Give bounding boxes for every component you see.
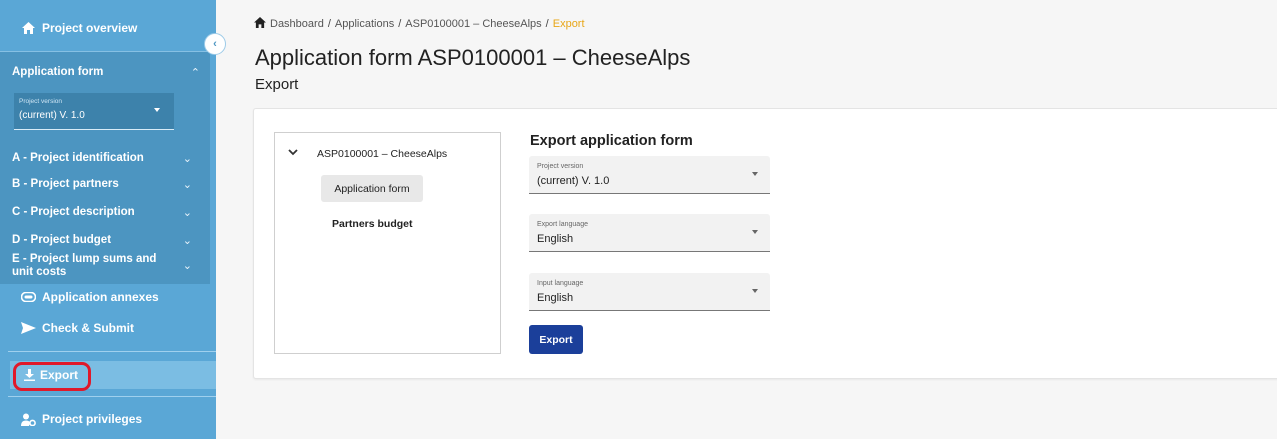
dropdown-arrow-icon bbox=[154, 108, 160, 112]
breadcrumb-separator: / bbox=[545, 18, 549, 30]
export-tree: ASP0100001 – CheeseAlps Application form… bbox=[274, 132, 501, 354]
collapse-sidebar-button[interactable]: ‹ bbox=[204, 33, 226, 55]
sidebar-divider bbox=[8, 396, 216, 397]
sidebar-item-project-privileges[interactable]: Project privileges bbox=[19, 412, 142, 426]
sidebar-item-project-budget[interactable]: D - Project budget ⌄ bbox=[0, 234, 210, 252]
breadcrumb: Dashboard / Applications / ASP0100001 – … bbox=[254, 17, 585, 31]
tree-item-partners-budget[interactable]: Partners budget bbox=[332, 218, 413, 230]
breadcrumb-applications[interactable]: Applications bbox=[335, 18, 394, 30]
sidebar-item-check-submit[interactable]: Check & Submit bbox=[19, 321, 134, 335]
field-label: Input language bbox=[537, 280, 584, 287]
sidebar-item-label: Project overview bbox=[42, 21, 138, 35]
project-version-label: Project version bbox=[19, 98, 62, 105]
sidebar-divider bbox=[8, 351, 216, 352]
project-version-value: (current) V. 1.0 bbox=[19, 110, 85, 121]
field-label: Export language bbox=[537, 221, 588, 228]
sidebar-item-application-annexes[interactable]: Application annexes bbox=[19, 290, 159, 304]
tree-item-application-form[interactable]: Application form bbox=[321, 175, 423, 202]
export-language-field[interactable]: Export language English bbox=[529, 214, 770, 252]
sidebar-item-label: Project privileges bbox=[42, 412, 143, 426]
home-icon bbox=[19, 22, 37, 34]
sidebar-item-project-identification[interactable]: A - Project identification ⌄ bbox=[0, 152, 210, 170]
field-label: Project version bbox=[537, 163, 584, 170]
users-gear-icon bbox=[19, 413, 37, 426]
highlight-ring bbox=[13, 362, 91, 391]
sidebar-item-label: D - Project budget bbox=[12, 234, 112, 246]
sidebar-item-project-overview[interactable]: Project overview bbox=[0, 0, 216, 52]
sidebar-item-project-partners[interactable]: B - Project partners ⌄ bbox=[0, 178, 210, 196]
sidebar-item-project-overview-row: Project overview bbox=[19, 21, 137, 35]
sidebar-item-lump-sums[interactable]: E - Project lump sums and unit costs ⌄ bbox=[0, 253, 210, 283]
field-value: English bbox=[537, 233, 574, 245]
sidebar-item-label: E - Project lump sums and unit costs bbox=[12, 253, 157, 278]
page-title: Application form ASP0100001 – CheeseAlps bbox=[255, 45, 691, 70]
sidebar-item-application-form[interactable]: Application form ⌃ bbox=[0, 52, 210, 88]
attachment-icon bbox=[19, 292, 37, 302]
breadcrumb-separator: / bbox=[398, 18, 402, 30]
sidebar-item-label: Check & Submit bbox=[42, 321, 135, 335]
project-version-field[interactable]: Project version (current) V. 1.0 bbox=[529, 156, 770, 194]
breadcrumb-separator: / bbox=[327, 18, 331, 30]
sidebar-item-label: C - Project description bbox=[12, 206, 135, 218]
tree-root-label[interactable]: ASP0100001 – CheeseAlps bbox=[317, 148, 447, 160]
chevron-left-icon: ‹ bbox=[213, 38, 217, 50]
field-value: (current) V. 1.0 bbox=[537, 175, 610, 187]
chevron-down-icon: ⌄ bbox=[182, 179, 192, 191]
breadcrumb-application[interactable]: ASP0100001 – CheeseAlps bbox=[405, 18, 541, 30]
main-content: Dashboard / Applications / ASP0100001 – … bbox=[236, 0, 1277, 439]
breadcrumb-current: Export bbox=[552, 18, 585, 30]
sidebar-item-project-description[interactable]: C - Project description ⌄ bbox=[0, 206, 210, 224]
send-icon bbox=[19, 322, 37, 334]
home-icon[interactable] bbox=[254, 17, 266, 31]
sidebar-item-label: B - Project partners bbox=[12, 178, 119, 190]
project-version-select[interactable]: Project version (current) V. 1.0 bbox=[14, 93, 174, 130]
page-subtitle: Export bbox=[255, 76, 299, 93]
sidebar-item-label: Application annexes bbox=[42, 290, 159, 304]
chevron-up-icon: ⌃ bbox=[190, 67, 200, 79]
chevron-down-icon: ⌄ bbox=[182, 235, 192, 247]
dropdown-arrow-icon bbox=[752, 172, 758, 176]
export-panel-title: Export application form bbox=[530, 133, 693, 149]
breadcrumb-dashboard[interactable]: Dashboard bbox=[270, 18, 324, 30]
sidebar-item-label: A - Project identification bbox=[12, 152, 144, 164]
chevron-down-icon: ⌄ bbox=[182, 153, 192, 165]
sidebar: Project overview Application form ⌃ Proje… bbox=[0, 0, 226, 439]
dropdown-arrow-icon bbox=[752, 230, 758, 234]
field-value: English bbox=[537, 292, 574, 304]
input-language-field[interactable]: Input language English bbox=[529, 273, 770, 311]
chevron-down-icon[interactable] bbox=[288, 147, 298, 159]
dropdown-arrow-icon bbox=[752, 289, 758, 293]
export-button[interactable]: Export bbox=[529, 325, 583, 354]
chevron-down-icon: ⌄ bbox=[182, 207, 192, 219]
sidebar-item-label: Application form bbox=[12, 66, 104, 78]
chevron-down-icon: ⌄ bbox=[182, 260, 192, 272]
